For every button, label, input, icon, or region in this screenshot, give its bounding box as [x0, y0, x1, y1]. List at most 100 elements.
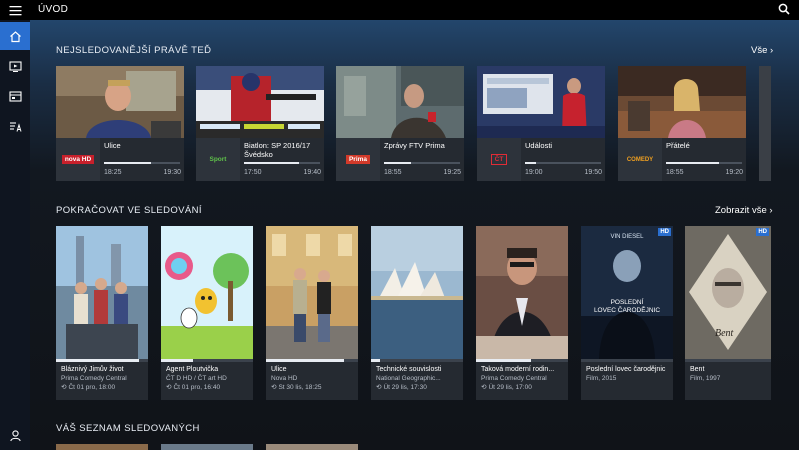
card-time: Út 29 lis, 17:00: [488, 384, 532, 391]
section-title-watchlist: VÁŠ SEZNAM SLEDOVANÝCH: [56, 423, 200, 434]
progress-fill: [666, 162, 720, 164]
see-all-live-link[interactable]: Vše ›: [751, 45, 773, 56]
replay-icon: ⟲: [271, 384, 277, 391]
see-all-live-label: Vše: [751, 45, 768, 56]
continue-card[interactable]: Bláznivý Jimův život Prima Comedy Centra…: [56, 226, 148, 400]
card-channel: ČT D HD / ČT art HD: [166, 375, 227, 382]
continue-card[interactable]: Taková moderní rodin... Prima Comedy Cen…: [476, 226, 568, 400]
watchlist-card-partial[interactable]: [56, 444, 148, 450]
channel-logo: COMEDY: [618, 138, 662, 181]
show-title: Ulice: [104, 141, 121, 150]
card-channel: Film, 2015: [586, 375, 617, 382]
show-title: Události: [525, 141, 553, 150]
see-all-continue-label: Zobrazit vše: [715, 205, 767, 216]
card-title: Agent Ploutvička: [166, 366, 219, 373]
poster-image: [476, 226, 568, 359]
start-time: 19:00: [525, 169, 543, 176]
menu-button[interactable]: [0, 0, 30, 20]
user-icon: [9, 429, 21, 441]
channel-logo: ČT: [477, 138, 521, 181]
card-channel: Film, 1997: [690, 375, 721, 382]
poster-image: Bent: [685, 226, 771, 359]
nav-tv-guide[interactable]: [0, 82, 30, 110]
search-icon[interactable]: [777, 2, 791, 16]
replay-icon: ⟲: [166, 384, 172, 391]
guide-icon: [8, 90, 22, 102]
continue-card[interactable]: VIN DIESEL POSLEDNÍ LOVEC ČARODĚJNIC HD …: [581, 226, 673, 400]
card-time: Út 29 lis, 17:30: [383, 384, 427, 391]
live-card[interactable]: Prima Zprávy FTV Prima 18:55 19:25: [336, 66, 464, 181]
replay-icon: ⟲: [481, 384, 487, 391]
continue-card[interactable]: Bent HD Bent Film, 1997: [685, 226, 771, 400]
start-time: 17:50: [244, 169, 262, 176]
show-title: Přátelé: [666, 141, 690, 150]
live-thumbnail: [477, 66, 605, 138]
tv-icon: [8, 60, 22, 72]
progress-fill: [104, 162, 152, 164]
start-time: 18:25: [104, 169, 122, 176]
progress-bar: [384, 162, 460, 164]
continue-card[interactable]: Agent Ploutvička ČT D HD / ČT art HD ⟲ Čt…: [161, 226, 253, 400]
end-time: 19:30: [163, 169, 181, 176]
channel-logo: nova HD: [56, 138, 100, 181]
poster-image: [266, 226, 358, 359]
poster-actor-text: VIN DIESEL: [610, 234, 644, 240]
poster-image: [371, 226, 463, 359]
see-all-continue-link[interactable]: Zobrazit vše ›: [715, 205, 773, 216]
end-time: 19:40: [303, 169, 321, 176]
channel-logo: Prima: [336, 138, 380, 181]
live-thumbnail: [336, 66, 464, 138]
end-time: 19:20: [725, 169, 743, 176]
poster-image: [56, 226, 148, 359]
hd-badge: HD: [658, 228, 671, 236]
end-time: 19:50: [584, 169, 602, 176]
progress-fill: [244, 162, 299, 164]
replay-icon: ⟲: [376, 384, 382, 391]
nav-recordings[interactable]: [0, 112, 30, 140]
card-channel: Prima Comedy Central: [61, 375, 127, 382]
live-card[interactable]: COMEDY Přátelé 18:55 19:20: [618, 66, 746, 181]
hd-badge: HD: [756, 228, 769, 236]
progress-bar: [104, 162, 180, 164]
nav-live-tv[interactable]: [0, 52, 30, 80]
left-navigation-rail: [0, 0, 30, 450]
card-time: St 30 lis, 18:25: [278, 384, 322, 391]
live-card-partial[interactable]: [759, 66, 771, 181]
nav-profile[interactable]: [0, 421, 30, 449]
poster-title-line1: POSLEDNÍ: [611, 297, 644, 306]
watchlist-card-partial[interactable]: [266, 444, 358, 450]
progress-bar: [244, 162, 320, 164]
show-title: Biatlon: SP 2016/17 Švédsko: [244, 141, 311, 159]
chevron-right-icon: ›: [769, 205, 773, 216]
poster-image: VIN DIESEL POSLEDNÍ LOVEC ČARODĚJNIC: [581, 226, 673, 359]
progress-bar: [666, 162, 742, 164]
progress-bar: [525, 162, 601, 164]
card-title: Bent: [690, 366, 705, 373]
live-card[interactable]: nova HD Ulice 18:25 19:30: [56, 66, 184, 181]
chevron-right-icon: ›: [770, 45, 774, 56]
watchlist-card-partial[interactable]: [161, 444, 253, 450]
card-channel: National Geographic...: [376, 375, 441, 382]
page-title: ÚVOD: [38, 4, 69, 15]
progress-fill: [384, 162, 411, 164]
top-bar: ÚVOD: [0, 0, 799, 20]
card-time: Čt 01 pro, 18:00: [68, 384, 116, 391]
poster-title-text: Bent: [715, 328, 734, 339]
start-time: 18:55: [384, 169, 402, 176]
live-thumbnail: [56, 66, 184, 138]
section-title-continue: POKRAČOVAT VE SLEDOVÁNÍ: [56, 205, 202, 216]
live-card[interactable]: ČT Události 19:00 19:50: [477, 66, 605, 181]
show-title: Zprávy FTV Prima: [384, 141, 445, 150]
hamburger-icon: [9, 5, 21, 15]
poster-title-line2: LOVEC ČARODĚJNIC: [594, 305, 660, 314]
continue-card[interactable]: Technické souvislosti National Geographi…: [371, 226, 463, 400]
live-thumbnail: [618, 66, 746, 138]
continue-card[interactable]: Ulice Nova HD ⟲ St 30 lis, 18:25: [266, 226, 358, 400]
card-title: Technické souvislosti: [376, 366, 442, 373]
card-title: Poslední lovec čarodějnic: [586, 366, 666, 373]
live-card[interactable]: Sport Biatlon: SP 2016/17 Švédsko 17:50 …: [196, 66, 324, 181]
nav-home[interactable]: [0, 22, 30, 50]
start-time: 18:55: [666, 169, 684, 176]
card-title: Ulice: [271, 366, 287, 373]
card-title: Bláznivý Jimův život: [61, 366, 124, 373]
